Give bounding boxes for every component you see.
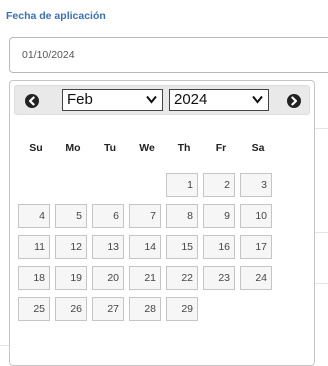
calendar-day[interactable]: 15 (166, 235, 198, 259)
calendar-day[interactable]: 14 (129, 235, 161, 259)
calendar-day[interactable]: 23 (203, 266, 235, 290)
year-select-value: 2024 (174, 91, 208, 108)
calendar-day[interactable]: 16 (203, 235, 235, 259)
calendar-day[interactable]: 1 (166, 173, 198, 197)
field-label: Fecha de aplicación (6, 10, 106, 22)
calendar-day[interactable]: 8 (166, 204, 198, 228)
calendar-day[interactable]: 20 (92, 266, 124, 290)
weekday-label: Su (29, 142, 43, 154)
calendar-day[interactable]: 7 (129, 204, 161, 228)
datepicker: Feb 2024 Su Mo Tu We Th Fr Sa 1 2 3 4 5 6 7 8 9 10 11 12 1… (9, 80, 315, 366)
calendar-day[interactable]: 19 (55, 266, 87, 290)
calendar-day[interactable]: 13 (92, 235, 124, 259)
chevron-left-icon[interactable] (25, 94, 39, 108)
calendar-day[interactable]: 5 (55, 204, 87, 228)
calendar-day[interactable]: 26 (55, 297, 87, 321)
date-input[interactable]: 01/10/2024 (9, 37, 328, 73)
calendar-day[interactable]: 9 (203, 204, 235, 228)
calendar-day[interactable]: 2 (203, 173, 235, 197)
chevron-down-icon (252, 95, 263, 104)
calendar-day[interactable]: 17 (240, 235, 272, 259)
calendar-day[interactable]: 29 (166, 297, 198, 321)
weekday-label: Mo (65, 142, 81, 154)
chevron-down-icon (146, 95, 157, 104)
calendar-day[interactable]: 21 (129, 266, 161, 290)
calendar-day[interactable]: 24 (240, 266, 272, 290)
calendar-day[interactable]: 25 (18, 297, 50, 321)
calendar-day[interactable]: 22 (166, 266, 198, 290)
chevron-right-icon[interactable] (287, 94, 301, 108)
weekday-label: Tu (103, 142, 117, 154)
month-select-value: Feb (67, 91, 93, 108)
calendar-day[interactable]: 12 (55, 235, 87, 259)
weekday-label: Fr (215, 142, 227, 154)
calendar-day[interactable]: 18 (18, 266, 50, 290)
calendar-day[interactable]: 4 (18, 204, 50, 228)
month-select[interactable]: Feb (62, 89, 163, 111)
weekday-label: Sa (251, 142, 265, 154)
calendar-day[interactable]: 28 (129, 297, 161, 321)
datepicker-header: Feb 2024 (14, 85, 310, 115)
calendar-day[interactable]: 11 (18, 235, 50, 259)
calendar-day[interactable]: 6 (92, 204, 124, 228)
calendar-day[interactable]: 27 (92, 297, 124, 321)
calendar-day[interactable]: 3 (240, 173, 272, 197)
weekday-label: Th (177, 142, 191, 154)
year-select[interactable]: 2024 (169, 89, 269, 111)
weekday-label: We (139, 142, 155, 154)
calendar-day[interactable]: 10 (240, 204, 272, 228)
